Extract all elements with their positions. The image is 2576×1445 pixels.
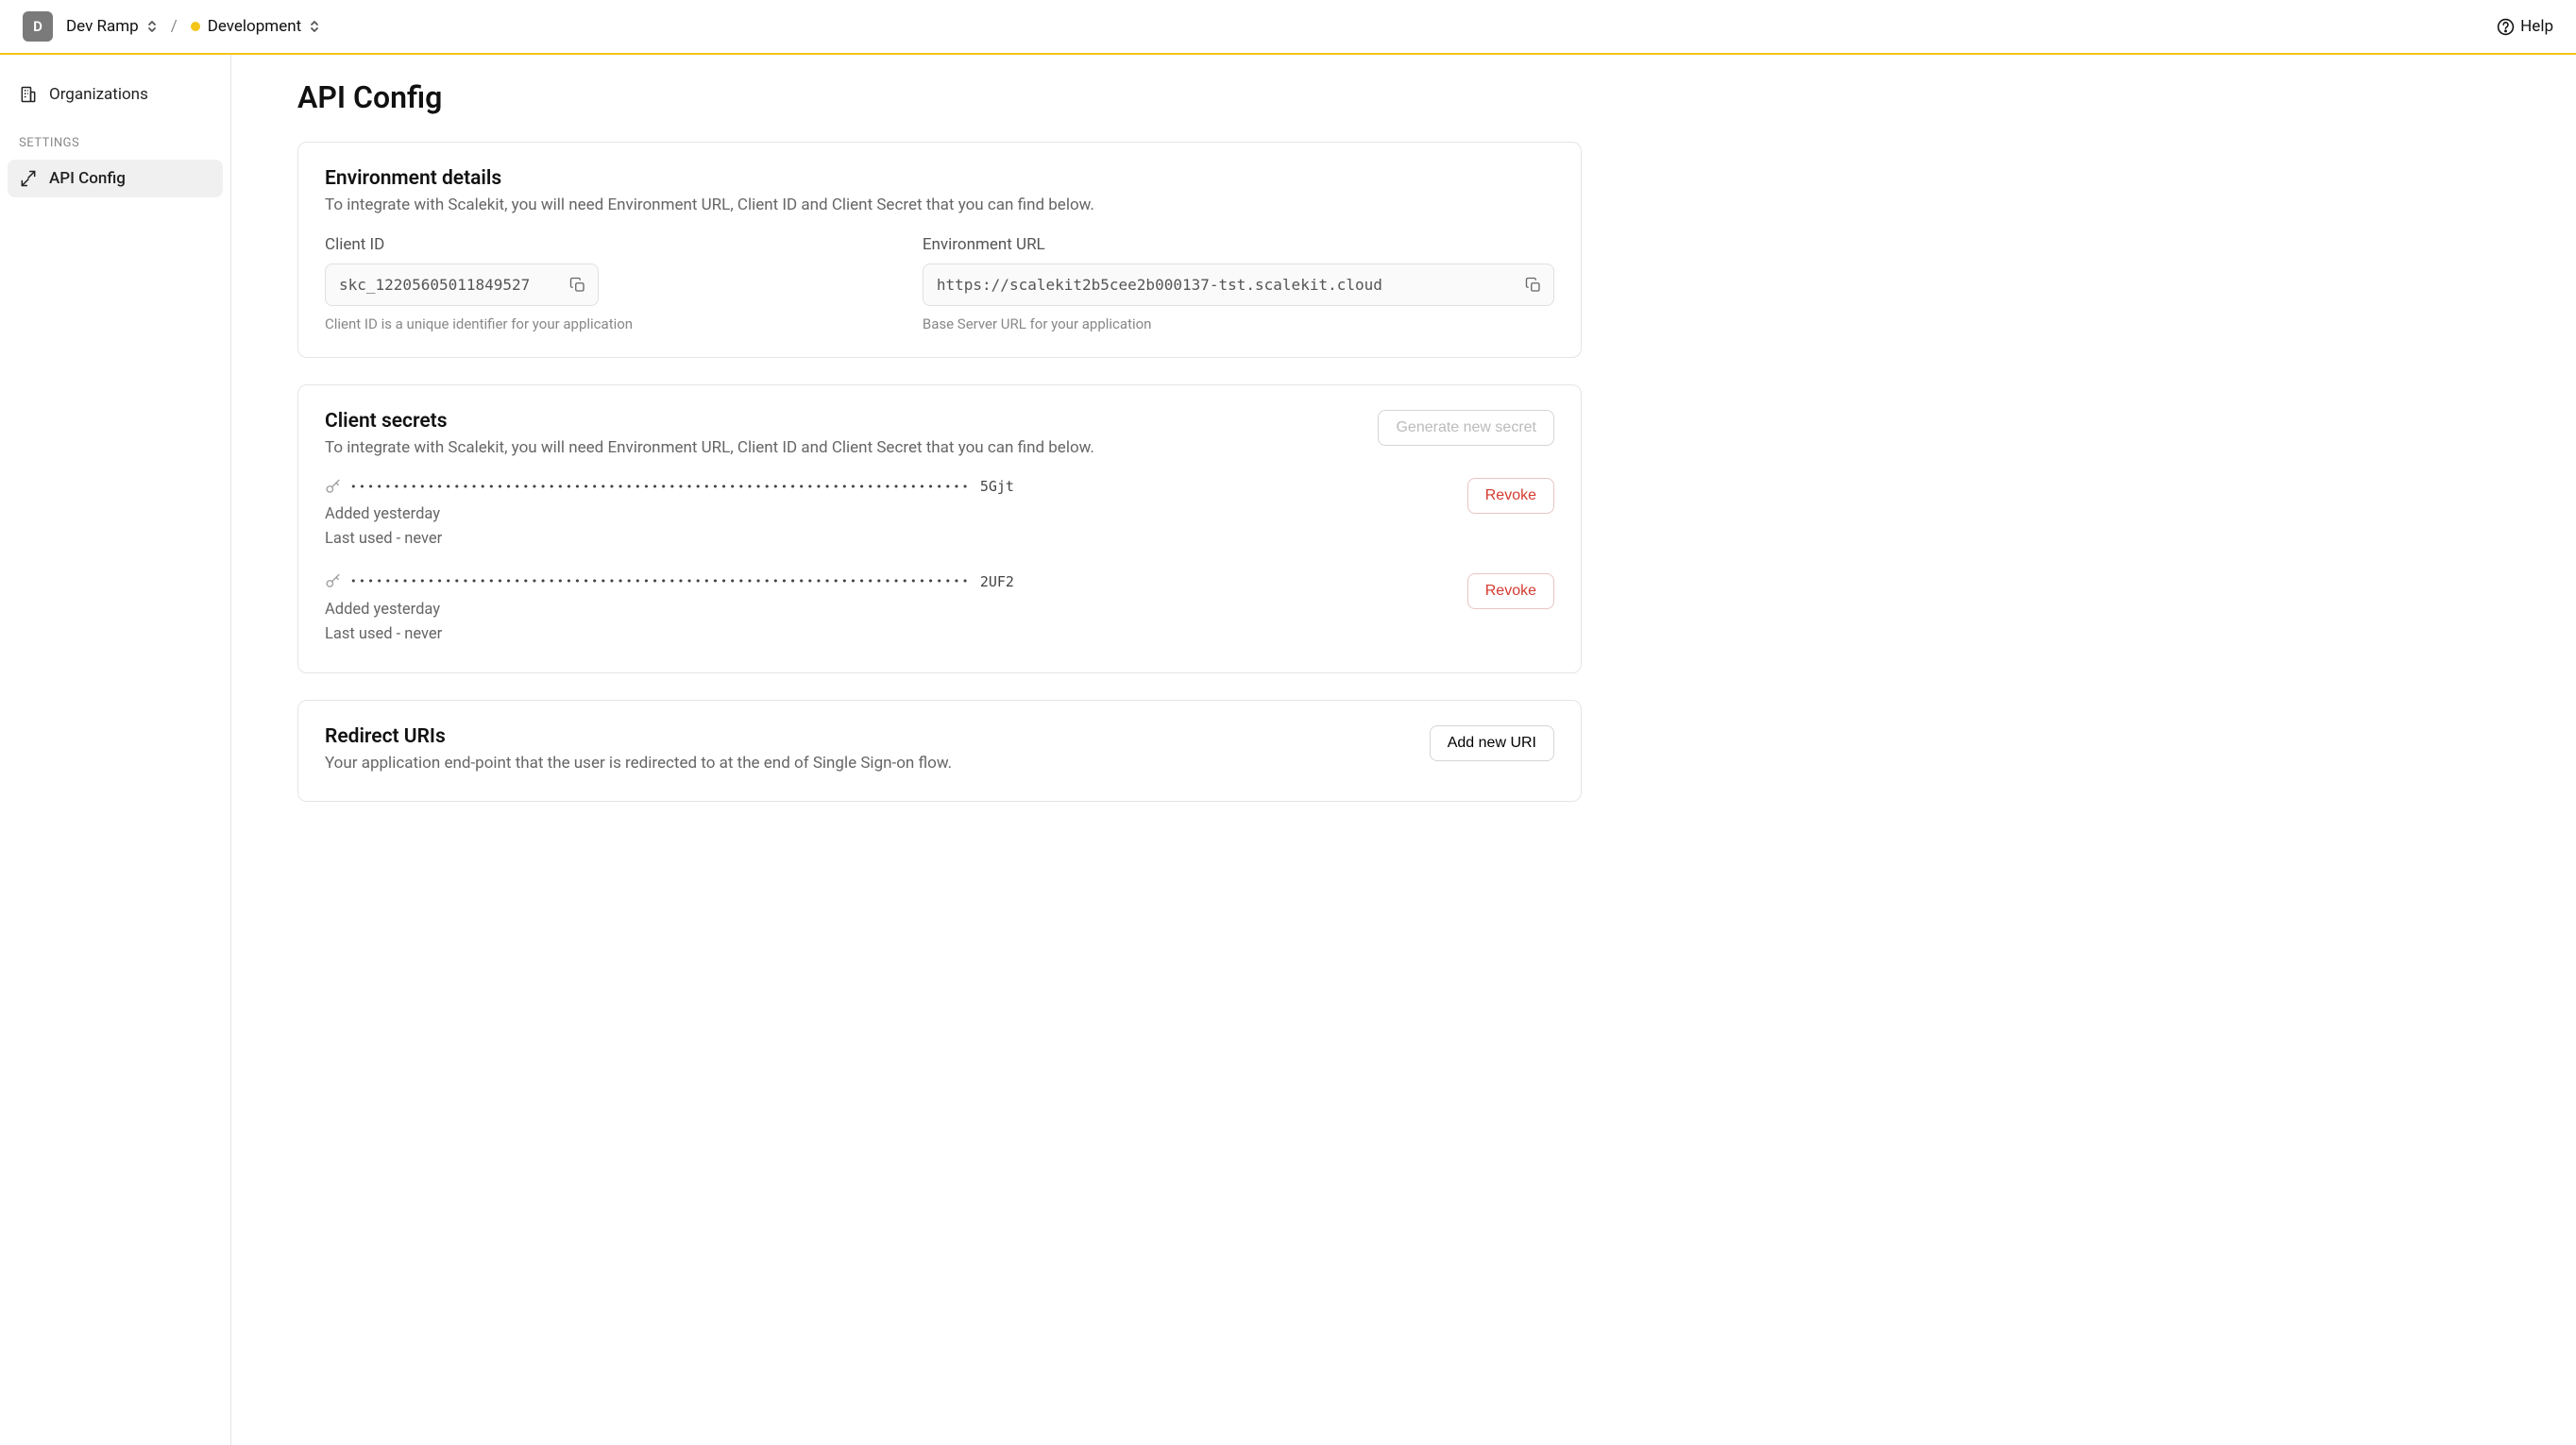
top-bar: D Dev Ramp / Development Help xyxy=(0,0,2576,55)
secret-suffix: 5Gjt xyxy=(980,478,1014,495)
card-title: Redirect URIs xyxy=(325,725,952,748)
secret-suffix: 2UF2 xyxy=(980,573,1014,590)
copy-icon xyxy=(569,277,586,294)
field-label: Environment URL xyxy=(923,235,1554,254)
client-secrets-card: Client secrets To integrate with Scaleki… xyxy=(297,384,1582,673)
revoke-button[interactable]: Revoke xyxy=(1467,478,1554,514)
field-help: Base Server URL for your application xyxy=(923,315,1554,332)
card-title: Environment details xyxy=(325,167,1554,190)
breadcrumb-separator: / xyxy=(171,17,178,36)
help-label: Help xyxy=(2520,17,2553,36)
secret-added: Added yesterday xyxy=(325,502,1467,527)
secret-last-used: Last used - never xyxy=(325,622,1467,647)
sidebar: Organizations SETTINGS API Config xyxy=(0,55,231,1445)
secret-masked: ••••••••••••••••••••••••••••••••••••••••… xyxy=(350,481,971,493)
add-new-uri-button[interactable]: Add new URI xyxy=(1430,725,1554,761)
client-id-value: skc_12205605011849527 xyxy=(326,264,558,305)
sidebar-item-label: API Config xyxy=(49,169,126,188)
secret-masked: ••••••••••••••••••••••••••••••••••••••••… xyxy=(350,575,971,587)
chevron-updown-icon xyxy=(146,20,158,33)
help-icon xyxy=(2497,18,2515,36)
secret-added: Added yesterday xyxy=(325,598,1467,622)
key-icon xyxy=(325,479,341,495)
page-title: API Config xyxy=(297,79,1582,115)
help-link[interactable]: Help xyxy=(2497,17,2553,36)
environment-switcher[interactable]: Development xyxy=(191,17,320,36)
secret-row: ••••••••••••••••••••••••••••••••••••••••… xyxy=(325,478,1554,552)
generate-new-secret-button[interactable]: Generate new secret xyxy=(1378,410,1554,446)
environment-name: Development xyxy=(208,17,301,36)
redirect-uris-card: Redirect URIs Your application end-point… xyxy=(297,700,1582,802)
environment-url-field: Environment URL https://scalekit2b5cee2b… xyxy=(923,235,1554,332)
sidebar-item-organizations[interactable]: Organizations xyxy=(8,76,223,113)
secret-row: ••••••••••••••••••••••••••••••••••••••••… xyxy=(325,573,1554,648)
environment-url-box: https://scalekit2b5cee2b000137-tst.scale… xyxy=(923,264,1554,306)
main-content: API Config Environment details To integr… xyxy=(231,55,1648,1445)
sidebar-item-api-config[interactable]: API Config xyxy=(8,160,223,197)
sidebar-section-label: SETTINGS xyxy=(8,113,223,160)
secret-last-used: Last used - never xyxy=(325,527,1467,552)
card-description: To integrate with Scalekit, you will nee… xyxy=(325,196,1554,214)
workspace-switcher[interactable]: Dev Ramp xyxy=(66,17,158,36)
workspace-name: Dev Ramp xyxy=(66,17,139,36)
client-id-box: skc_12205605011849527 xyxy=(325,264,599,306)
card-description: To integrate with Scalekit, you will nee… xyxy=(325,438,1094,457)
card-description: Your application end-point that the user… xyxy=(325,754,952,773)
revoke-button[interactable]: Revoke xyxy=(1467,573,1554,609)
chevron-updown-icon xyxy=(309,20,320,33)
copy-environment-url-button[interactable] xyxy=(1514,267,1553,303)
copy-icon xyxy=(1525,277,1542,294)
field-help: Client ID is a unique identifier for you… xyxy=(325,315,866,332)
environment-dot-icon xyxy=(191,22,200,31)
environment-url-value: https://scalekit2b5cee2b000137-tst.scale… xyxy=(924,264,1514,305)
copy-client-id-button[interactable] xyxy=(558,267,598,303)
workspace-avatar: D xyxy=(23,11,53,42)
card-title: Client secrets xyxy=(325,410,1094,433)
sidebar-item-label: Organizations xyxy=(49,85,148,104)
building-icon xyxy=(19,85,38,104)
code-icon xyxy=(19,169,38,188)
field-label: Client ID xyxy=(325,235,866,254)
breadcrumb: D Dev Ramp / Development xyxy=(23,11,320,42)
client-id-field: Client ID skc_12205605011849527 Client I… xyxy=(325,235,866,332)
environment-details-card: Environment details To integrate with Sc… xyxy=(297,142,1582,358)
key-icon xyxy=(325,573,341,589)
